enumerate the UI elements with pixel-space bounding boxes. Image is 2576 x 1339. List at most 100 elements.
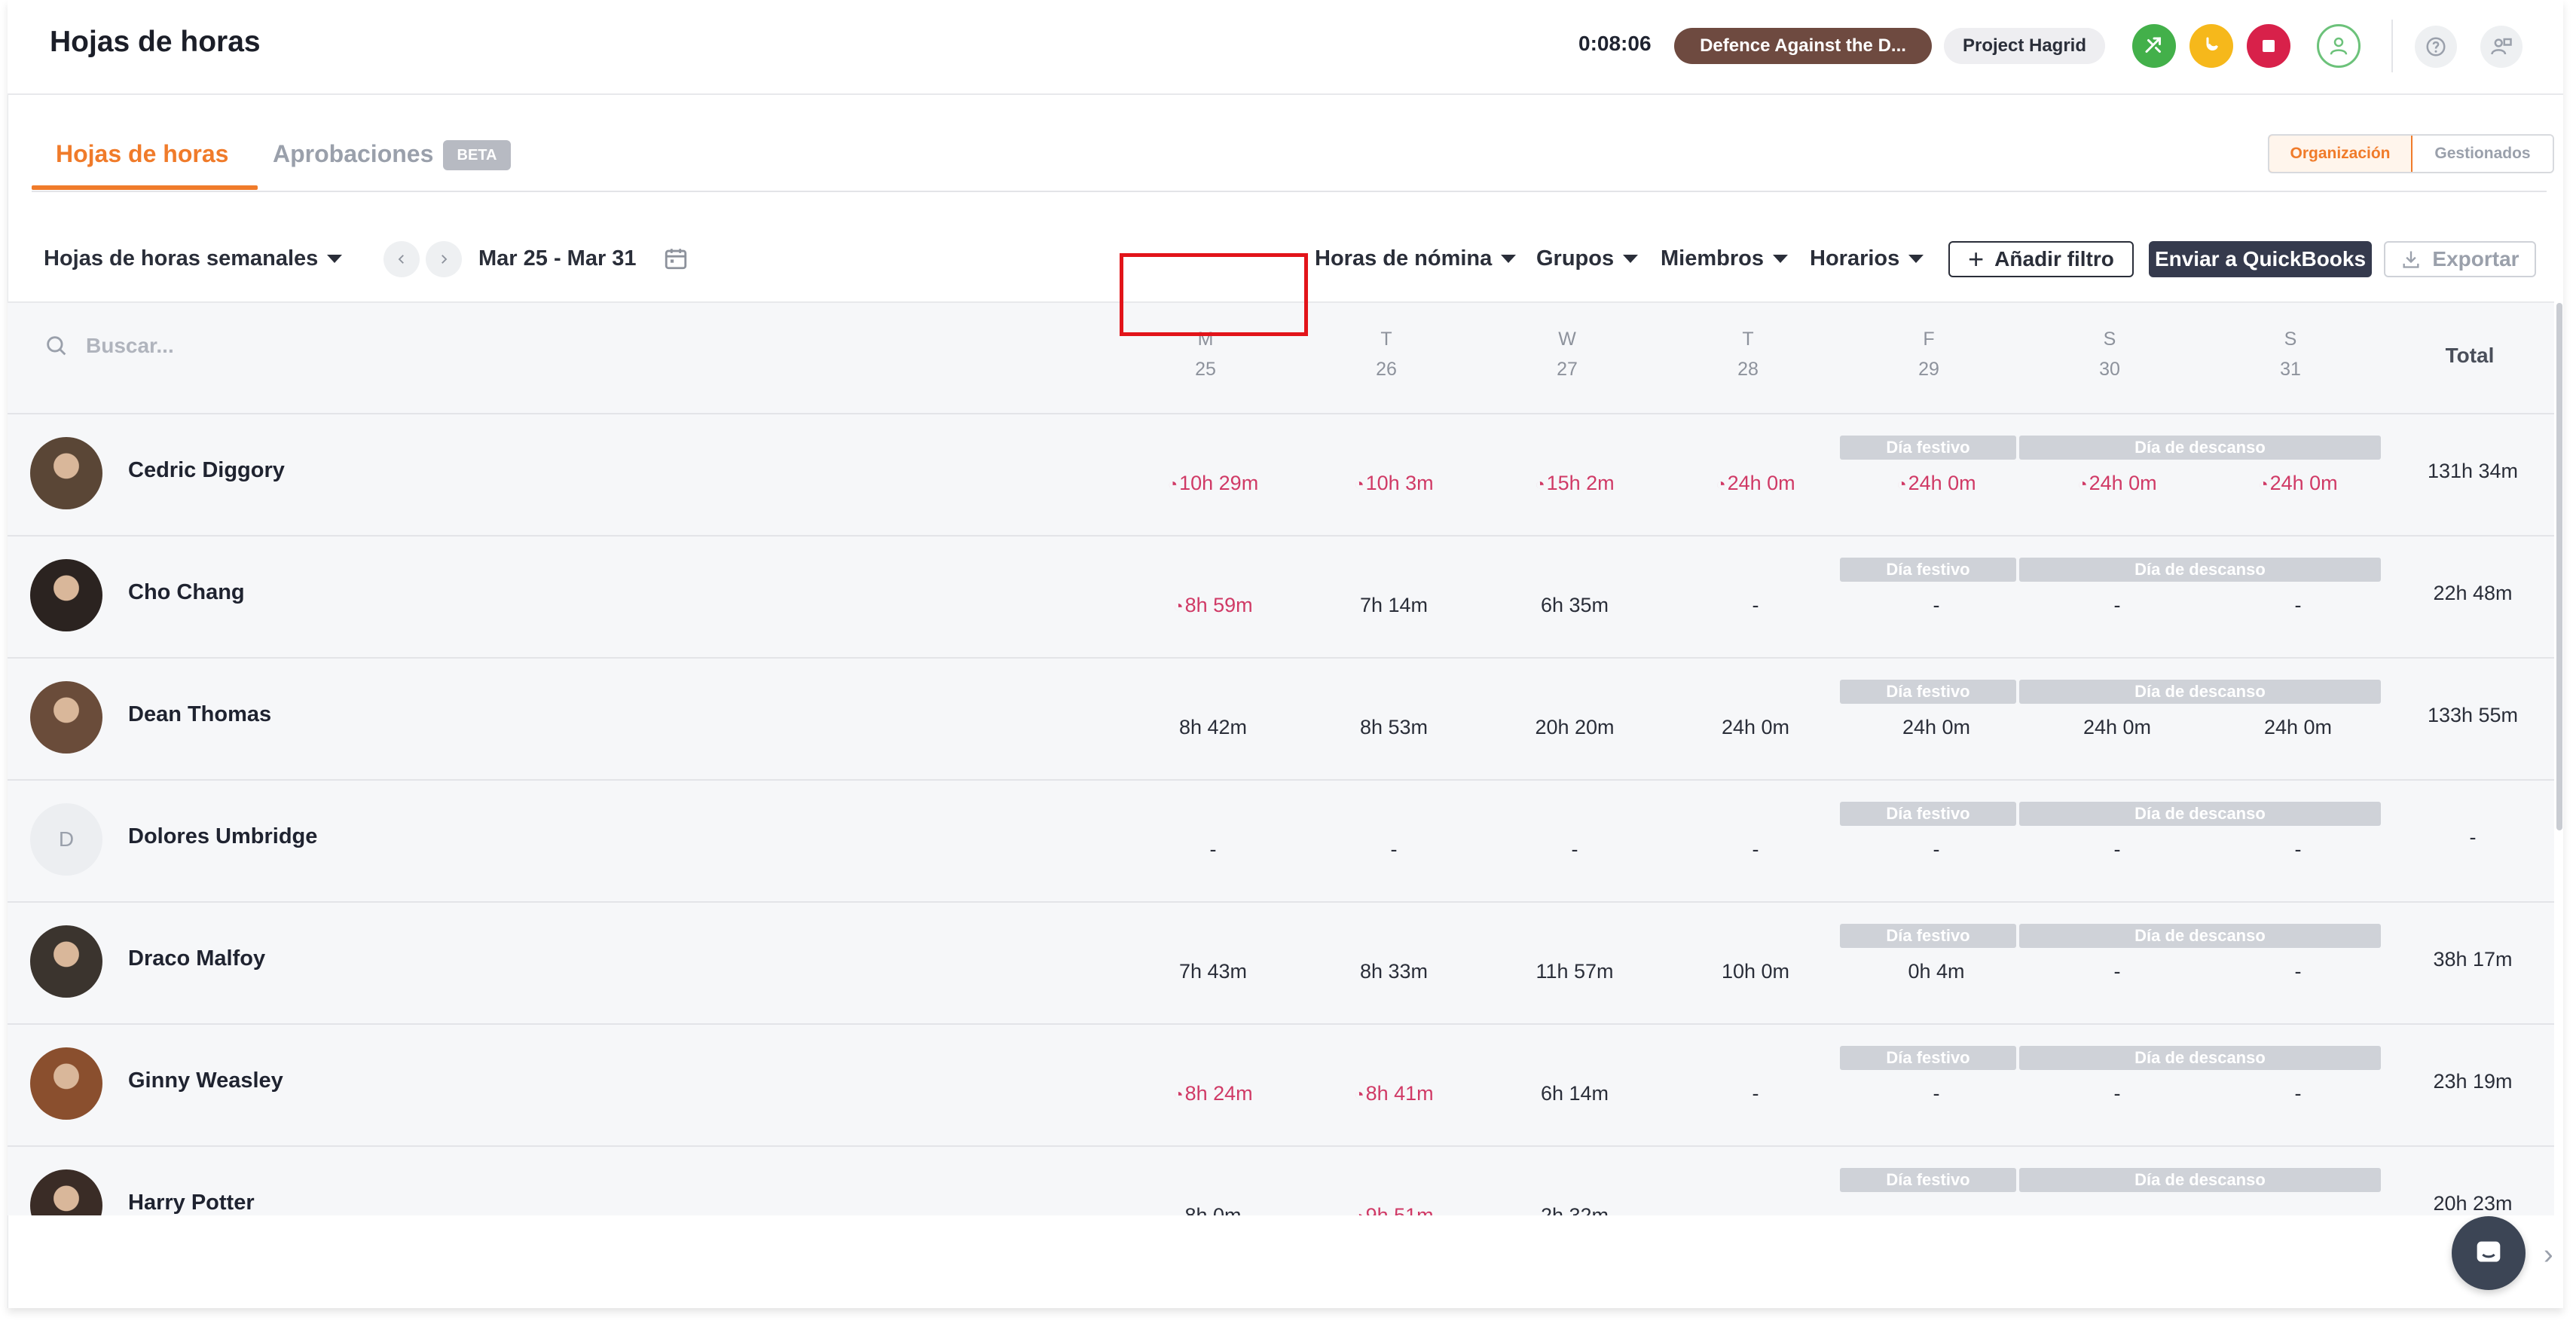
- row-total: -: [2469, 826, 2477, 848]
- time-cell[interactable]: -: [1846, 838, 2027, 861]
- time-cell[interactable]: -: [1846, 594, 2027, 617]
- time-cell[interactable]: 24h 0m: [2208, 716, 2388, 739]
- time-cell[interactable]: ◔8h 24m: [1123, 1082, 1303, 1105]
- table-row[interactable]: Ginny Weasley Día festivo Día de descanso ◔…: [8, 1023, 2554, 1147]
- time-cell[interactable]: -: [1846, 1082, 2027, 1105]
- time-cell[interactable]: -: [2208, 838, 2388, 861]
- time-cell[interactable]: 24h 0m: [1846, 716, 2027, 739]
- time-cell[interactable]: -: [2208, 1082, 2388, 1105]
- time-cell[interactable]: -: [2027, 1082, 2208, 1105]
- time-cell[interactable]: -: [1484, 838, 1665, 861]
- time-cell[interactable]: -: [1303, 838, 1484, 861]
- schedules-dropdown[interactable]: Horarios: [1810, 246, 1924, 271]
- time-cell[interactable]: 6h 35m: [1484, 594, 1665, 617]
- member-name[interactable]: Cedric Diggory: [128, 458, 285, 483]
- time-cell[interactable]: -: [2027, 960, 2208, 983]
- account-button[interactable]: [2480, 26, 2523, 68]
- time-cell[interactable]: 10h 0m: [1665, 960, 1846, 983]
- member-name[interactable]: Draco Malfoy: [128, 946, 265, 971]
- time-cell[interactable]: -: [2208, 594, 2388, 617]
- time-cell[interactable]: 8h 33m: [1303, 960, 1484, 983]
- time-cell[interactable]: -: [1665, 838, 1846, 861]
- time-cell[interactable]: -: [1846, 1204, 2027, 1215]
- member-name[interactable]: Dean Thomas: [128, 702, 271, 727]
- chevron-right-icon[interactable]: ›: [2544, 1239, 2553, 1271]
- chat-button[interactable]: [2452, 1216, 2526, 1290]
- time-cell[interactable]: -: [1665, 594, 1846, 617]
- time-cell[interactable]: -: [2027, 838, 2208, 861]
- time-cell[interactable]: 0h 4m: [1846, 960, 2027, 983]
- time-cell[interactable]: ◔10h 29m: [1123, 472, 1303, 495]
- member-name[interactable]: Harry Potter: [128, 1191, 255, 1215]
- time-cell[interactable]: 8h 42m: [1123, 716, 1303, 739]
- time-cell[interactable]: ◔24h 0m: [2208, 472, 2388, 495]
- time-cell[interactable]: 11h 57m: [1484, 960, 1665, 983]
- export-button[interactable]: Exportar: [2384, 241, 2536, 277]
- time-cell[interactable]: -: [1665, 1082, 1846, 1105]
- time-cell[interactable]: -: [2208, 960, 2388, 983]
- time-cell[interactable]: ◔24h 0m: [2027, 472, 2208, 495]
- time-cell[interactable]: 2h 32m: [1484, 1204, 1665, 1215]
- next-week-button[interactable]: [426, 241, 462, 277]
- tab-approvals[interactable]: Aprobaciones: [273, 140, 433, 168]
- overtime-icon: ◔: [1167, 475, 1178, 494]
- table-row[interactable]: D Dolores Umbridge Día festivo Día de desca…: [8, 779, 2554, 903]
- day-header-sun: S 31: [2245, 324, 2336, 384]
- avatar: [30, 681, 102, 754]
- time-cell[interactable]: 8h 0m: [1123, 1204, 1303, 1215]
- time-cell[interactable]: 24h 0m: [1665, 716, 1846, 739]
- time-cell[interactable]: -: [1665, 1204, 1846, 1215]
- avatar: D: [30, 803, 102, 876]
- groups-dropdown[interactable]: Grupos: [1536, 246, 1639, 271]
- payroll-hours-dropdown[interactable]: Horas de nómina: [1315, 246, 1517, 271]
- current-task-pill[interactable]: Defence Against the D...: [1674, 28, 1932, 64]
- search-input[interactable]: [84, 333, 313, 359]
- time-cell[interactable]: ◔10h 3m: [1303, 472, 1484, 495]
- time-cell[interactable]: ◔8h 59m: [1123, 594, 1303, 617]
- break-button[interactable]: [2189, 24, 2233, 68]
- time-cell[interactable]: 6h 14m: [1484, 1082, 1665, 1105]
- time-cell[interactable]: -: [2027, 1204, 2208, 1215]
- table-row[interactable]: Cedric Diggory Día festivo Día de descanso…: [8, 413, 2554, 537]
- time-cell[interactable]: 7h 43m: [1123, 960, 1303, 983]
- table-row[interactable]: Draco Malfoy Día festivo Día de descanso 7h…: [8, 901, 2554, 1025]
- vertical-scrollbar[interactable]: [2556, 303, 2562, 830]
- table-row[interactable]: Harry Potter Día festivo Día de descanso 8h…: [8, 1145, 2554, 1215]
- table-row[interactable]: Dean Thomas Día festivo Día de descanso 8h …: [8, 657, 2554, 781]
- time-cell[interactable]: -: [2208, 1204, 2388, 1215]
- overtime-icon: ◔: [1535, 475, 1545, 494]
- rest-day-banner: Día de descanso: [2019, 436, 2381, 460]
- organization-toggle-button[interactable]: Organización: [2269, 136, 2413, 172]
- member-name[interactable]: Dolores Umbridge: [128, 824, 317, 849]
- stop-timer-button[interactable]: [2247, 24, 2290, 68]
- switch-task-button[interactable]: [2132, 24, 2176, 68]
- time-cell[interactable]: 7h 14m: [1303, 594, 1484, 617]
- time-cell[interactable]: ◔24h 0m: [1846, 472, 2027, 495]
- calendar-button[interactable]: [663, 246, 689, 275]
- add-filter-button[interactable]: + Añadir filtro: [1948, 241, 2134, 277]
- user-status-button[interactable]: [2317, 24, 2361, 68]
- table-row[interactable]: Cho Chang Día festivo Día de descanso ◔8h 5…: [8, 535, 2554, 659]
- time-cell[interactable]: -: [1123, 838, 1303, 861]
- time-cell[interactable]: ◔9h 51m: [1303, 1204, 1484, 1215]
- current-project-pill[interactable]: Project Hagrid: [1944, 28, 2105, 64]
- time-cell[interactable]: 8h 53m: [1303, 716, 1484, 739]
- running-timer: 0:08:06: [1578, 32, 1652, 55]
- previous-week-button[interactable]: [383, 241, 420, 277]
- time-cell[interactable]: 20h 20m: [1484, 716, 1665, 739]
- member-name[interactable]: Cho Chang: [128, 580, 245, 605]
- time-cell[interactable]: ◔24h 0m: [1665, 472, 1846, 495]
- managed-toggle-button[interactable]: Gestionados: [2413, 136, 2553, 172]
- time-cell[interactable]: -: [2027, 594, 2208, 617]
- members-dropdown[interactable]: Miembros: [1661, 246, 1788, 271]
- member-name[interactable]: Ginny Weasley: [128, 1068, 283, 1093]
- view-select-dropdown[interactable]: Hojas de horas semanales: [44, 246, 343, 271]
- time-cell[interactable]: ◔15h 2m: [1484, 472, 1665, 495]
- help-button[interactable]: [2415, 26, 2457, 68]
- time-cell[interactable]: ◔8h 41m: [1303, 1082, 1484, 1105]
- time-cell[interactable]: 24h 0m: [2027, 716, 2208, 739]
- send-quickbooks-button[interactable]: Enviar a QuickBooks: [2149, 241, 2372, 277]
- rest-day-banner: Día de descanso: [2019, 802, 2381, 826]
- tab-timesheets[interactable]: Hojas de horas: [56, 140, 228, 168]
- day-letter: F: [1923, 329, 1935, 350]
